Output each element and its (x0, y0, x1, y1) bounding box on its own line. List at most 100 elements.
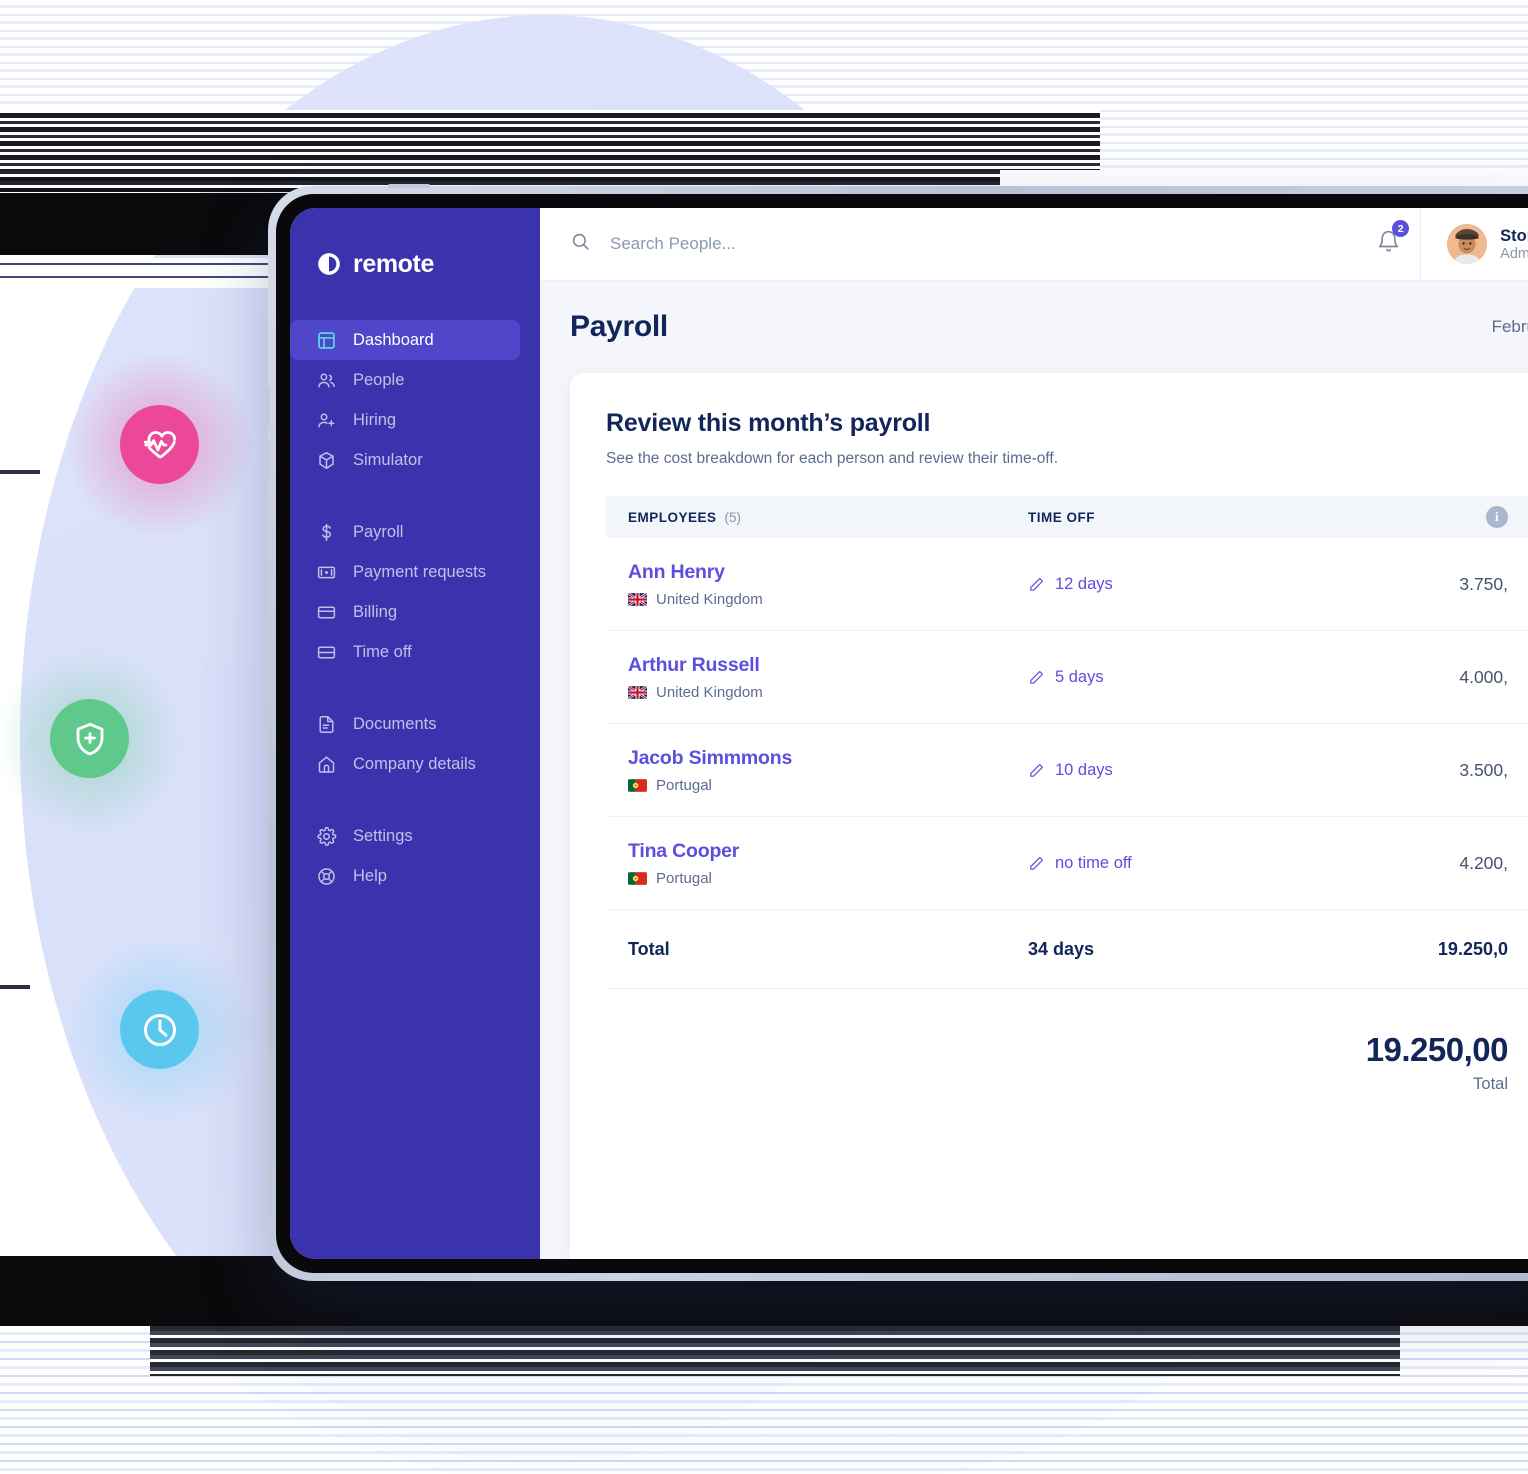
sidebar-item-settings[interactable]: Settings (290, 816, 520, 856)
sidebar-item-hiring[interactable]: Hiring (290, 400, 520, 440)
top-bar: 2 (540, 208, 1528, 281)
payment-requests-icon (316, 562, 337, 583)
info-icon[interactable]: i (1486, 506, 1508, 528)
main-content: 2 (540, 208, 1528, 1259)
simulator-icon (316, 450, 337, 471)
time-off-value: 10 days (1055, 760, 1113, 779)
search-input[interactable] (608, 233, 1032, 255)
uk-flag (628, 592, 647, 606)
sidebar-item-people[interactable]: People (290, 360, 520, 400)
sidebar-item-payment-requests[interactable]: Payment requests (290, 552, 520, 592)
amount-cell: 3.750, (1459, 573, 1508, 594)
pencil-icon (1028, 669, 1045, 686)
background-band-bottom-dark (150, 1326, 1400, 1376)
sidebar-item-label: Documents (353, 714, 437, 733)
employee-name[interactable]: Ann Henry (628, 561, 1028, 584)
table-header-row: EMPLOYEES (5) TIME OFF i (606, 496, 1528, 538)
card-subtitle: See the cost breakdown for each person a… (606, 450, 1059, 467)
sidebar-item-label: People (353, 370, 405, 389)
remote-logo-icon (316, 251, 342, 277)
sidebar-item-label: Payroll (353, 522, 404, 541)
company-details-icon (316, 754, 337, 775)
notification-badge: 2 (1392, 220, 1410, 237)
table-row[interactable]: Ann Henry United Kingdom 12 days 3.750, (606, 538, 1528, 631)
tablet-bezel: remote Dashboard People Hiring Simulator… (276, 194, 1528, 1273)
employee-country-label: United Kingdom (656, 683, 763, 701)
time-off-cell[interactable]: 5 days (1028, 668, 1328, 687)
sidebar-item-label: Billing (353, 602, 398, 621)
employee-name[interactable]: Jacob Simmmons (628, 747, 1028, 770)
help-icon (316, 866, 337, 887)
background-line-left-mid (0, 470, 40, 474)
gear-icon (316, 826, 337, 847)
time-off-cell[interactable]: 12 days (1028, 575, 1328, 594)
notifications-button[interactable]: 2 (1356, 220, 1420, 259)
sidebar-item-dashboard[interactable]: Dashboard (290, 320, 520, 360)
employee-name[interactable]: Tina Cooper (628, 840, 1028, 863)
payroll-table: EMPLOYEES (5) TIME OFF i Ann Henry Unite… (606, 496, 1528, 989)
user-name: Stone (1500, 226, 1528, 245)
sidebar-item-billing[interactable]: Billing (290, 592, 520, 632)
sidebar-item-payroll[interactable]: Payroll (290, 512, 520, 552)
device-button-power[interactable] (388, 184, 430, 188)
sidebar-group-system: Settings Help (290, 816, 540, 896)
background-line-left-low (0, 985, 30, 989)
uk-flag (628, 685, 647, 699)
sidebar-group-company: Documents Company details (290, 704, 540, 784)
pencil-icon (1028, 576, 1045, 593)
dashboard-icon (316, 330, 337, 351)
brand-logo[interactable]: remote (290, 234, 540, 294)
employees-count: (5) (724, 509, 742, 525)
employee-country: United Kingdom (628, 591, 1028, 608)
column-header-employees: EMPLOYEES (628, 509, 717, 525)
billing-card-icon (316, 602, 337, 623)
app-screen: remote Dashboard People Hiring Simulator… (290, 208, 1528, 1259)
table-row[interactable]: Tina Cooper Portugal no time off 4.200, (606, 817, 1528, 910)
sidebar-group-primary: Dashboard People Hiring Simulator (290, 320, 540, 480)
portugal-flag (628, 778, 647, 792)
documents-icon (316, 714, 337, 735)
employee-name[interactable]: Arthur Russell (628, 654, 1028, 677)
amount-cell: 4.200, (1459, 852, 1508, 873)
grand-total-label: Total (1473, 1075, 1508, 1093)
heart-pulse-icon (120, 405, 199, 484)
amount-cell: 4.000, (1459, 666, 1508, 687)
sidebar-item-label: Dashboard (353, 330, 434, 349)
portugal-flag (628, 871, 647, 885)
month-selector[interactable]: Febru (1492, 317, 1528, 337)
search-bar[interactable] (540, 231, 1356, 257)
employee-country: Portugal (628, 777, 1028, 794)
sidebar-item-company-details[interactable]: Company details (290, 744, 520, 784)
sidebar-item-label: Hiring (353, 410, 397, 429)
sidebar-item-label: Time off (353, 642, 412, 661)
sidebar-item-simulator[interactable]: Simulator (290, 440, 520, 480)
total-days: 34 days (1028, 938, 1095, 959)
background-stripes-dark (0, 110, 1100, 170)
brand-name: remote (353, 249, 434, 278)
payroll-dollar-icon (316, 522, 337, 543)
time-off-cell[interactable]: 10 days (1028, 761, 1328, 780)
device-button-volume-up[interactable] (266, 386, 270, 426)
tablet-device-frame: remote Dashboard People Hiring Simulator… (266, 184, 1528, 1281)
sidebar-item-documents[interactable]: Documents (290, 704, 520, 744)
table-total-row: Total 34 days 19.250,0 (606, 910, 1528, 989)
sidebar-item-time-off[interactable]: Time off (290, 632, 520, 672)
device-button-volume-down[interactable] (266, 441, 270, 481)
employee-country: United Kingdom (628, 684, 1028, 701)
sidebar-item-label: Settings (353, 826, 413, 845)
card-title: Review this month’s payroll (606, 409, 931, 437)
page-title: Payroll (570, 310, 668, 343)
time-off-value: 12 days (1055, 574, 1113, 593)
table-row[interactable]: Jacob Simmmons Portugal 10 days 3.500, (606, 724, 1528, 817)
employee-country: Portugal (628, 870, 1028, 887)
pencil-icon (1028, 762, 1045, 779)
sidebar-item-help[interactable]: Help (290, 856, 520, 896)
user-menu[interactable]: Stone Admin (1420, 208, 1528, 280)
time-off-cell[interactable]: no time off (1028, 854, 1328, 873)
amount-cell: 3.500, (1459, 759, 1508, 780)
table-row[interactable]: Arthur Russell United Kingdom 5 days 4.0… (606, 631, 1528, 724)
sidebar-item-label: Payment requests (353, 562, 486, 581)
user-role: Admin (1500, 245, 1528, 262)
employee-country-label: Portugal (656, 869, 712, 887)
page-header: Payroll Febru (540, 281, 1528, 373)
